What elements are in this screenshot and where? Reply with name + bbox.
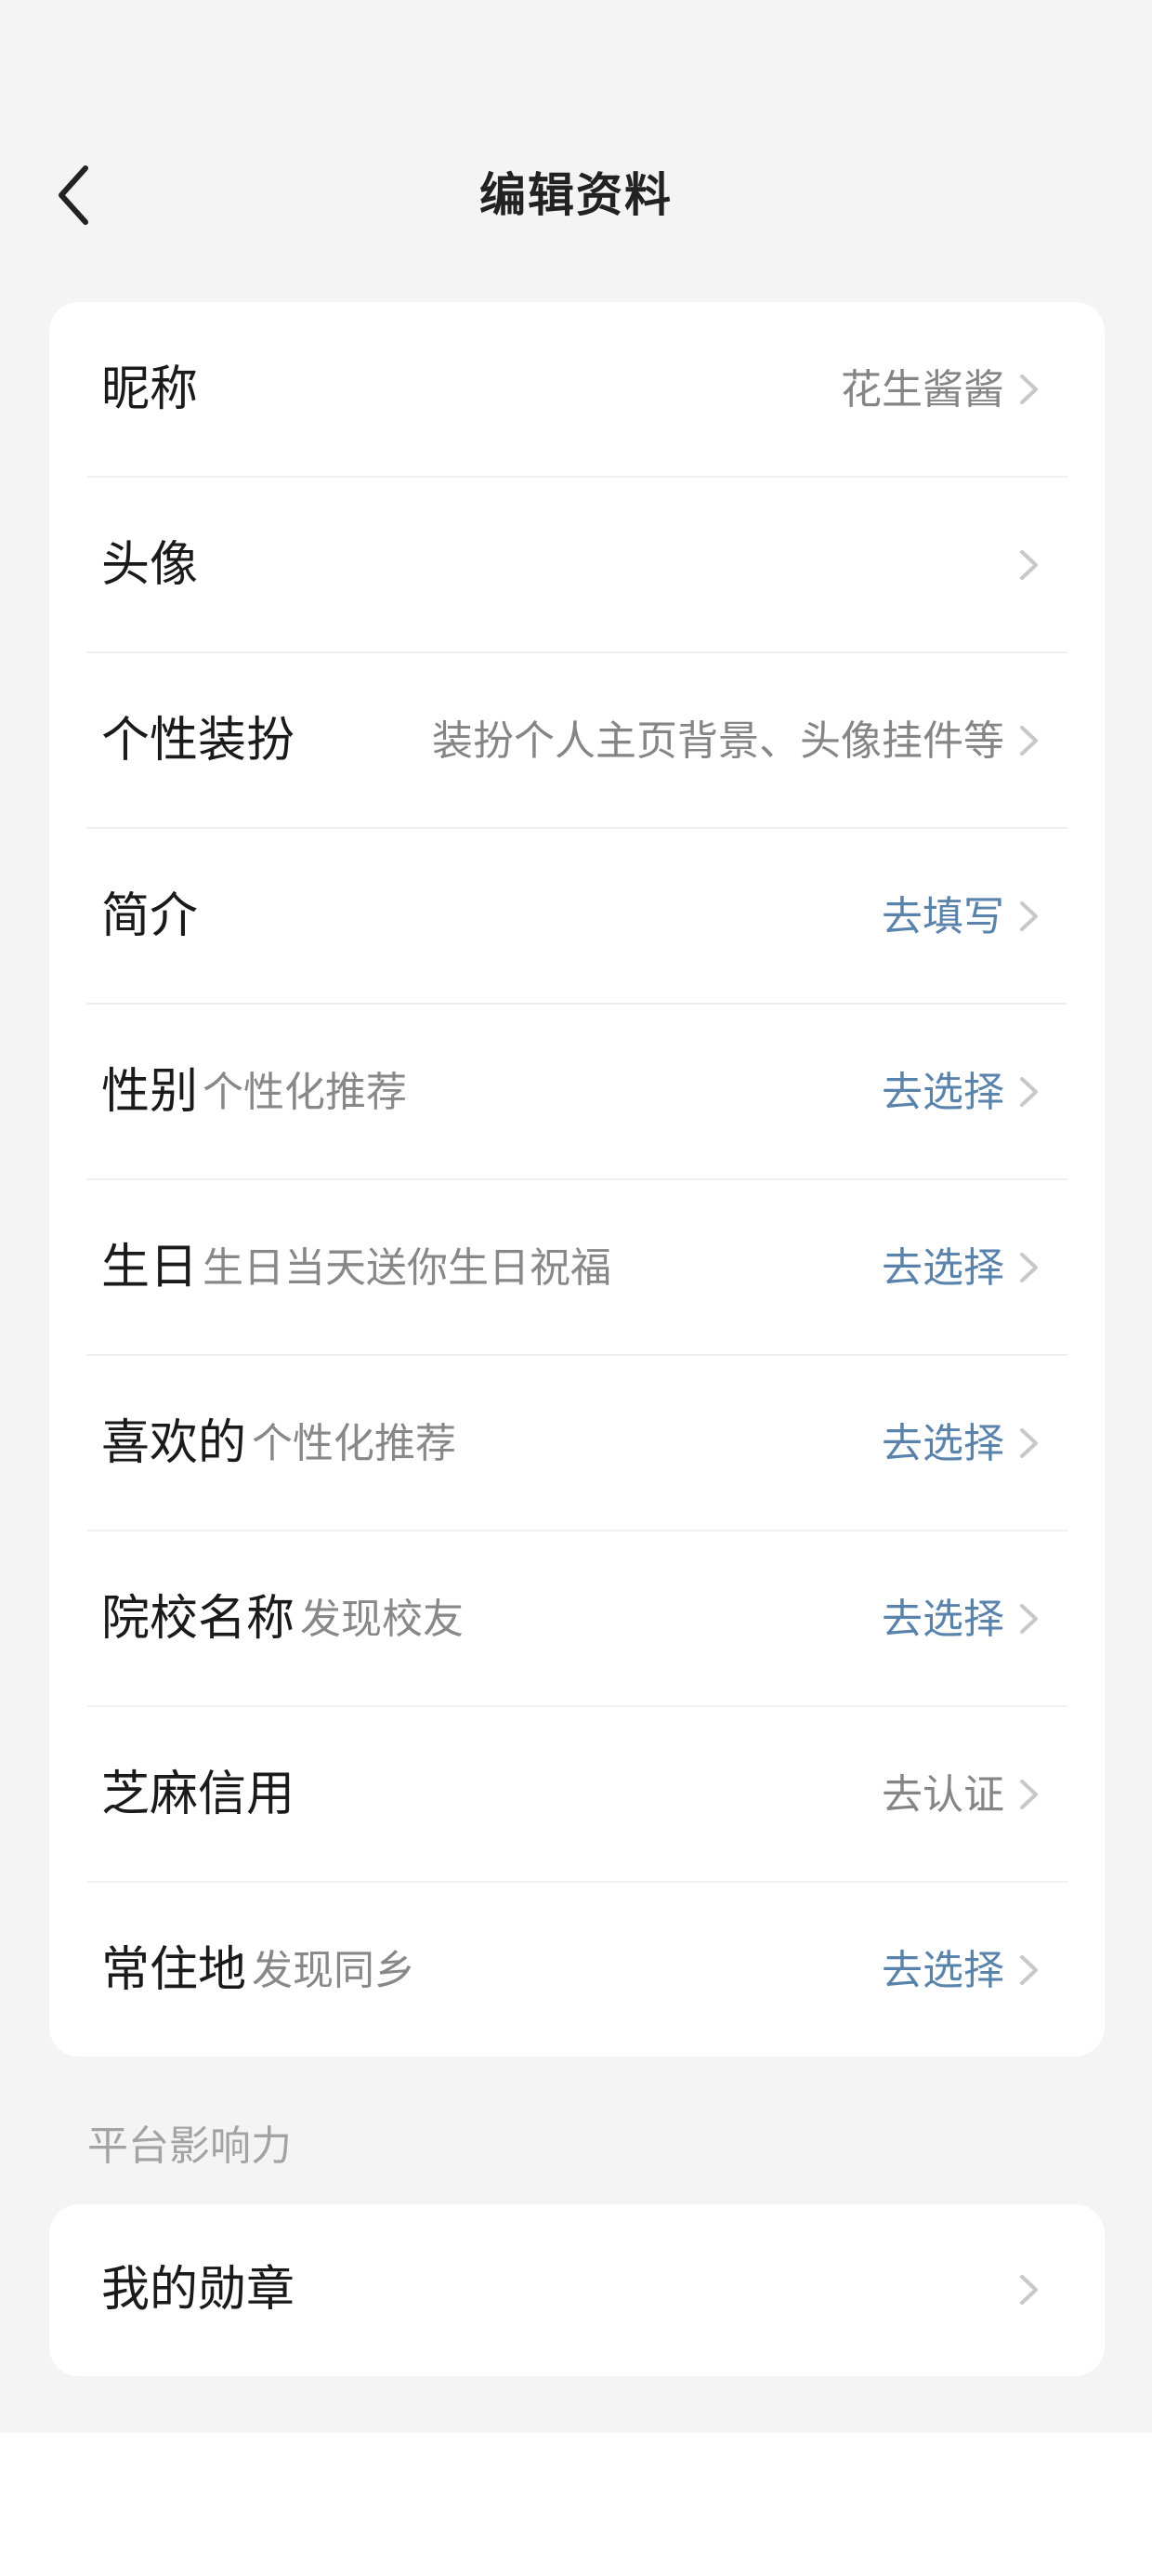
row-gender[interactable]: 性别 个性化推荐 去选择	[86, 1005, 1067, 1180]
chevron-right-icon	[1020, 1604, 1038, 1634]
chevron-right-icon	[1020, 2275, 1038, 2305]
chevron-right-icon	[1020, 1955, 1038, 1985]
row-label: 芝麻信用	[101, 1767, 295, 1822]
row-label: 头像	[101, 537, 199, 593]
row-hint: 个性化推荐	[203, 1069, 407, 1116]
profile-card: 昵称 花生酱酱 头像 个性装扮 装扮个人主页背景、头像挂件等 简介 去填写 性别…	[49, 302, 1105, 2057]
row-value: 去选择	[882, 1069, 1004, 1116]
row-value: 去选择	[882, 1596, 1004, 1643]
row-label: 个性装扮	[101, 713, 295, 769]
row-hint: 个性化推荐	[252, 1420, 456, 1467]
top-bar: 编辑资料	[0, 130, 1152, 260]
row-school[interactable]: 院校名称 发现校友 去选择	[86, 1531, 1067, 1707]
chevron-right-icon	[1020, 726, 1038, 756]
chevron-right-icon	[1020, 375, 1038, 404]
chevron-right-icon	[1020, 550, 1038, 580]
row-value: 装扮个人主页背景、头像挂件等	[432, 717, 1004, 765]
row-label: 简介	[101, 888, 199, 944]
influence-card: 我的勋章	[49, 2204, 1105, 2376]
row-bio[interactable]: 简介 去填写	[86, 829, 1067, 1005]
row-my-badges[interactable]: 我的勋章	[86, 2202, 1067, 2378]
row-hint: 发现校友	[300, 1596, 464, 1643]
chevron-right-icon	[1020, 1428, 1038, 1458]
row-label: 院校名称	[101, 1591, 295, 1647]
row-label: 我的勋章	[101, 2262, 295, 2318]
row-value: 去选择	[882, 1420, 1004, 1467]
chevron-right-icon	[1020, 901, 1038, 931]
row-value: 去选择	[882, 1947, 1004, 1994]
row-value: 去填写	[882, 893, 1004, 940]
back-button[interactable]	[37, 158, 111, 232]
chevron-right-icon	[1020, 1780, 1038, 1809]
row-likes[interactable]: 喜欢的 个性化推荐 去选择	[86, 1356, 1067, 1531]
row-label: 喜欢的	[101, 1415, 247, 1471]
row-label: 昵称	[101, 361, 199, 417]
row-nickname[interactable]: 昵称 花生酱酱	[86, 302, 1067, 478]
row-birthday[interactable]: 生日 生日当天送你生日祝福 去选择	[86, 1180, 1067, 1356]
section-title-influence: 平台影响力	[87, 2123, 292, 2170]
row-value: 花生酱酱	[841, 366, 1004, 414]
row-label: 生日	[101, 1240, 199, 1295]
row-residence[interactable]: 常住地 发现同乡 去选择	[86, 1883, 1067, 2058]
chevron-left-icon	[59, 165, 88, 225]
row-label: 性别	[101, 1064, 199, 1120]
row-hint: 发现同乡	[252, 1947, 415, 1994]
row-value: 去选择	[882, 1244, 1004, 1292]
row-value: 去认证	[882, 1771, 1004, 1819]
row-personal-decoration[interactable]: 个性装扮 装扮个人主页背景、头像挂件等	[86, 653, 1067, 829]
row-avatar[interactable]: 头像	[86, 478, 1067, 653]
row-label: 常住地	[101, 1942, 247, 1998]
chevron-right-icon	[1020, 1077, 1038, 1107]
chevron-right-icon	[1020, 1253, 1038, 1282]
row-hint: 生日当天送你生日祝福	[203, 1244, 611, 1292]
row-sesame-credit[interactable]: 芝麻信用 去认证	[86, 1707, 1067, 1883]
page-title: 编辑资料	[479, 168, 673, 222]
